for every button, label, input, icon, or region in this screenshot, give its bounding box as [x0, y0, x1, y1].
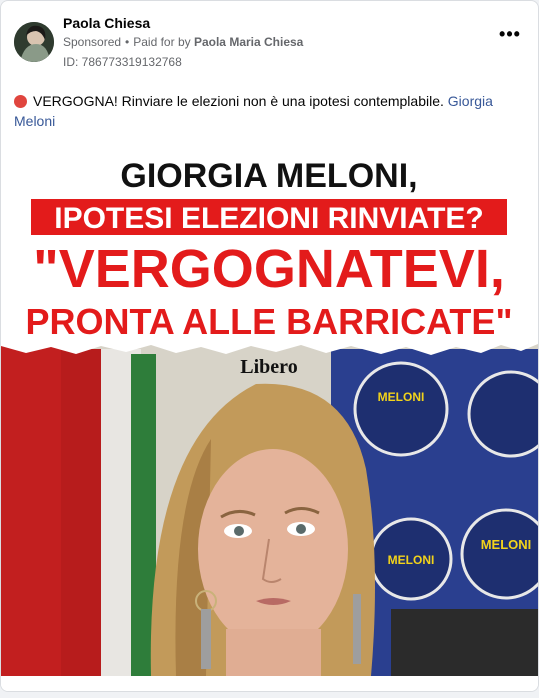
avatar[interactable]	[14, 22, 54, 62]
headline-line-4: PRONTA ALLE BARRICATE"	[25, 301, 512, 342]
headline-line-3: "VERGOGNATEVI,	[33, 239, 505, 299]
headline-line-1: GIORGIA MELONI,	[120, 157, 417, 195]
author-name[interactable]: Paola Chiesa	[63, 15, 150, 31]
post-body: VERGOGNA! Rinviare le elezioni non è una…	[33, 93, 444, 109]
svg-text:MELONI: MELONI	[481, 537, 532, 552]
svg-text:MELONI: MELONI	[388, 553, 435, 567]
paid-for-label: Paid for by	[133, 35, 191, 49]
source-logo: Libero	[240, 356, 297, 378]
post-image-graphic: MELONI MELONI MELONI GIORGIA MELONI, IPO…	[1, 139, 538, 676]
more-horizontal-icon: •••	[499, 24, 521, 44]
sponsored-label[interactable]: Sponsored	[63, 35, 121, 49]
meta-separator: •	[125, 35, 130, 49]
sponsored-line: Sponsored • Paid for by Paola Maria Chiesa	[63, 35, 303, 49]
red-circle-icon	[14, 95, 27, 108]
post-text: VERGOGNA! Rinviare le elezioni non è una…	[14, 91, 514, 131]
post-header: Paola Chiesa Sponsored • Paid for by Paola…	[1, 1, 538, 81]
more-options-button[interactable]: •••	[498, 25, 522, 49]
sponsored-post-card: Paola Chiesa Sponsored • Paid for by Paola…	[0, 0, 539, 692]
svg-text:MELONI: MELONI	[378, 390, 425, 404]
payer-name: Paola Maria Chiesa	[193, 35, 304, 49]
card-footer	[1, 676, 538, 691]
post-image[interactable]: MELONI MELONI MELONI GIORGIA MELONI, IPO…	[1, 139, 538, 676]
headline-line-2: IPOTESI ELEZIONI RINVIATE?	[54, 202, 483, 235]
avatar-image	[14, 22, 54, 62]
ad-id: ID: 786773319132768	[63, 55, 182, 69]
